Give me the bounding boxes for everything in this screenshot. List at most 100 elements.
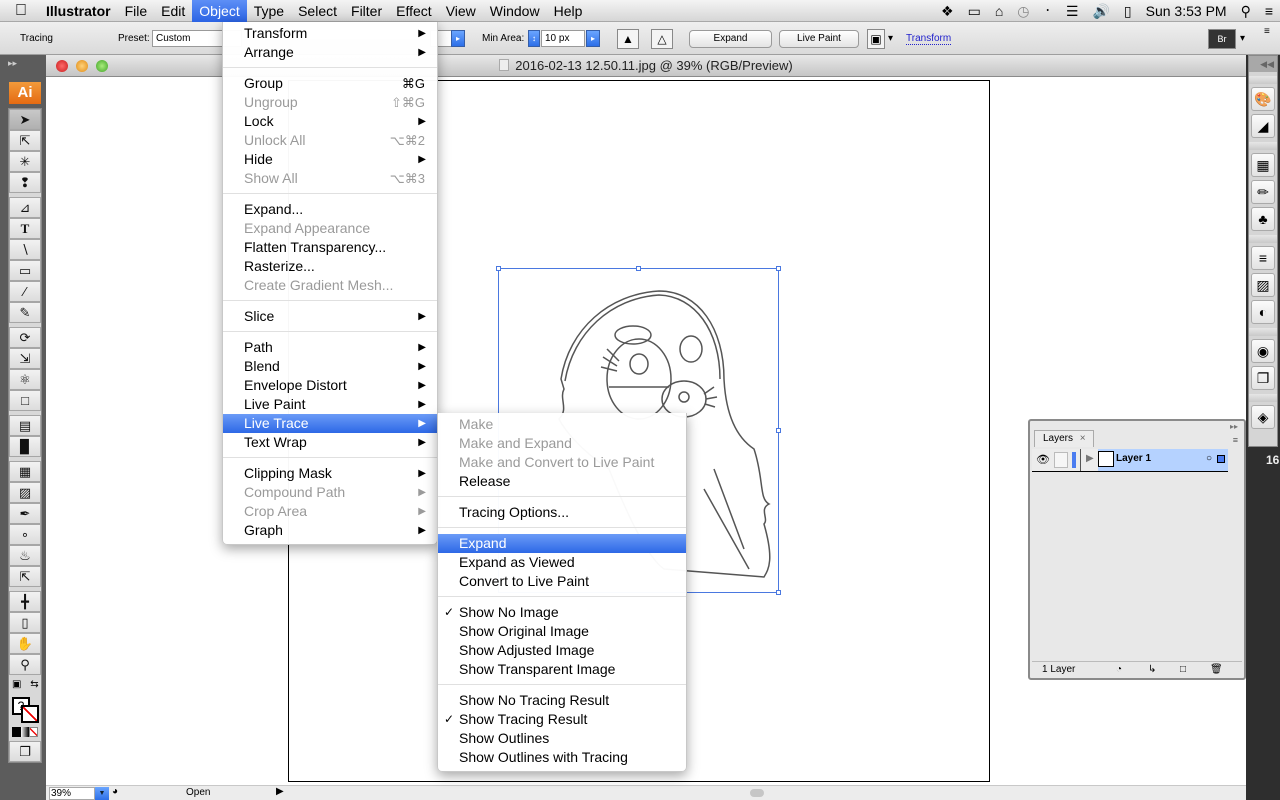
hand-tool[interactable]: ✋ [9,633,41,654]
menu-item-show-tracing-result[interactable]: ✓ Show Tracing Result [438,710,686,729]
status-menu-arrow-icon[interactable]: ▶ [276,786,284,797]
layer-row[interactable]: 👁 ▶ Layer 1 ○ [1032,449,1228,472]
selection-handle[interactable] [636,266,641,271]
min-area-field[interactable]: 10 px [541,30,585,47]
layer-name[interactable]: Layer 1 [1116,453,1151,464]
menu-item-ungroup[interactable]: Ungroup ⇧⌘G [223,93,437,112]
transparency-icon[interactable]: ◐ [1251,300,1275,324]
expand-layer-icon[interactable]: ▶ [1086,453,1094,464]
selection-tool[interactable]: ➤ [9,109,41,130]
default-colors-icon[interactable]: ▣ [12,679,21,690]
stroke-color-swatch[interactable] [21,705,39,723]
menu-item-make[interactable]: Make [438,415,686,434]
apple-menu-icon[interactable]:  [0,2,42,20]
menu-item-clipping-mask[interactable]: Clipping Mask ▶ [223,464,437,483]
mesh-tool[interactable]: ▦ [9,461,41,482]
tracing-strokes-icon[interactable]: △ [651,29,673,49]
menu-item-compound-path[interactable]: Compound Path ▶ [223,483,437,502]
collapse-tools-icon[interactable]: ▸▸ [8,58,17,69]
pen-tool[interactable]: ⊿ [9,197,41,218]
create-layer-icon[interactable]: □ [1180,662,1186,677]
menu-item-arrange[interactable]: Arrange ▶ [223,43,437,62]
menu-item-blend[interactable]: Blend ▶ [223,357,437,376]
menu-item-rasterize[interactable]: Rasterize... [223,257,437,276]
horizontal-scroll-thumb[interactable] [750,789,764,797]
blend-tool[interactable]: ∘ [9,524,41,545]
app-menu[interactable]: Illustrator [42,0,118,22]
live-paint-selection-tool[interactable]: ⇱ [9,566,41,587]
menu-item-expand-appearance[interactable]: Expand Appearance [223,219,437,238]
airplay-icon[interactable]: ▭ [968,3,981,20]
layers-tab[interactable]: Layers × [1034,430,1094,447]
menu-filter[interactable]: Filter [344,0,389,22]
screen-mode-button[interactable]: ❐ [9,741,41,762]
status-icon[interactable]: ◕ [112,786,118,797]
bridge-dropdown-icon[interactable]: ▾ [1240,33,1245,44]
menu-item-release[interactable]: Release [438,472,686,491]
pencil-tool[interactable]: ✎ [9,302,41,323]
wifi-icon[interactable]: ☰ [1066,3,1079,20]
type-tool[interactable]: T [9,218,41,239]
lasso-tool[interactable]: ❢ [9,172,41,193]
color-guide-icon[interactable]: ◢ [1251,114,1275,138]
make-clipping-mask-icon[interactable]: ◔ [1116,662,1122,677]
control-bar-menu-icon[interactable]: ≡ [1264,26,1270,37]
direct-selection-tool[interactable]: ⇱ [9,130,41,151]
magic-wand-tool[interactable]: ✳ [9,151,41,172]
menu-item-transform[interactable]: Transform ▶ [223,24,437,43]
delete-layer-icon[interactable]: 🗑 [1210,662,1223,677]
reference-point-icon[interactable]: ▣ [867,29,885,49]
menu-item-expand[interactable]: Expand [438,534,686,553]
battery-icon[interactable]: ▯ [1124,3,1132,20]
rotate-tool[interactable]: ⟳ [9,327,41,348]
graphic-styles-icon[interactable]: ❐ [1251,366,1275,390]
gradient-mode-button[interactable] [20,727,30,737]
warp-tool[interactable]: ⚛ [9,369,41,390]
close-tab-icon[interactable]: × [1080,433,1086,444]
menu-item-make-and-expand[interactable]: Make and Expand [438,434,686,453]
live-paint-button[interactable]: Live Paint [779,30,859,48]
gradient-icon[interactable]: ▨ [1251,273,1275,297]
selection-handle[interactable] [776,590,781,595]
menu-item-show-outlines[interactable]: Show Outlines [438,729,686,748]
min-area-dropdown-button[interactable]: ▸ [586,30,600,47]
collapse-panel-icon[interactable]: ▸▸ [1230,422,1238,431]
appearance-icon[interactable]: ◉ [1251,339,1275,363]
symbols-icon[interactable]: ♣ [1251,207,1275,231]
visibility-eye-icon[interactable]: 👁 [1036,453,1050,466]
line-segment-tool[interactable]: ∖ [9,239,41,260]
menu-object[interactable]: Object [192,0,247,22]
menu-item-crop-area[interactable]: Crop Area ▶ [223,502,437,521]
min-area-stepper[interactable]: ↕ [528,30,540,47]
menu-select[interactable]: Select [291,0,344,22]
menu-type[interactable]: Type [247,0,291,22]
threshold-dropdown-button[interactable]: ▸ [451,30,465,47]
menu-item-show-no-image[interactable]: ✓ Show No Image [438,603,686,622]
menu-item-create-gradient-mesh[interactable]: Create Gradient Mesh... [223,276,437,295]
zoom-tool[interactable]: ⚲ [9,654,41,675]
slice-tool[interactable]: ╋ [9,591,41,612]
create-sublayer-icon[interactable]: ↳ [1148,662,1156,677]
menu-item-hide[interactable]: Hide ▶ [223,150,437,169]
swap-colors-icon[interactable]: ⇆ [30,679,38,690]
notification-list-icon[interactable]: ≡ [1265,3,1273,19]
menu-item-group[interactable]: Group ⌘G [223,74,437,93]
menu-item-expand-as-viewed[interactable]: Expand as Viewed [438,553,686,572]
menu-item-show-adjusted-image[interactable]: Show Adjusted Image [438,641,686,660]
menu-item-show-no-tracing-result[interactable]: Show No Tracing Result [438,691,686,710]
menu-edit[interactable]: Edit [154,0,192,22]
menu-item-envelope-distort[interactable]: Envelope Distort ▶ [223,376,437,395]
target-circle-icon[interactable]: ○ [1206,449,1212,469]
expand-panels-icon[interactable]: ◀◀ [1249,56,1277,72]
lock-toggle[interactable] [1054,452,1068,468]
tracing-fills-icon[interactable]: ▲ [617,29,639,49]
dropbox-icon[interactable]: ❖ [941,3,954,20]
menu-item-slice[interactable]: Slice ▶ [223,307,437,326]
symbol-sprayer-tool[interactable]: ▤ [9,415,41,436]
selection-handle[interactable] [776,428,781,433]
home-sharing-icon[interactable]: ⌂ [995,3,1003,19]
time-machine-icon[interactable]: ◷ [1017,3,1029,20]
column-graph-tool[interactable]: ▉ [9,436,41,457]
selection-handle[interactable] [496,266,501,271]
menu-item-show-transparent-image[interactable]: Show Transparent Image [438,660,686,679]
